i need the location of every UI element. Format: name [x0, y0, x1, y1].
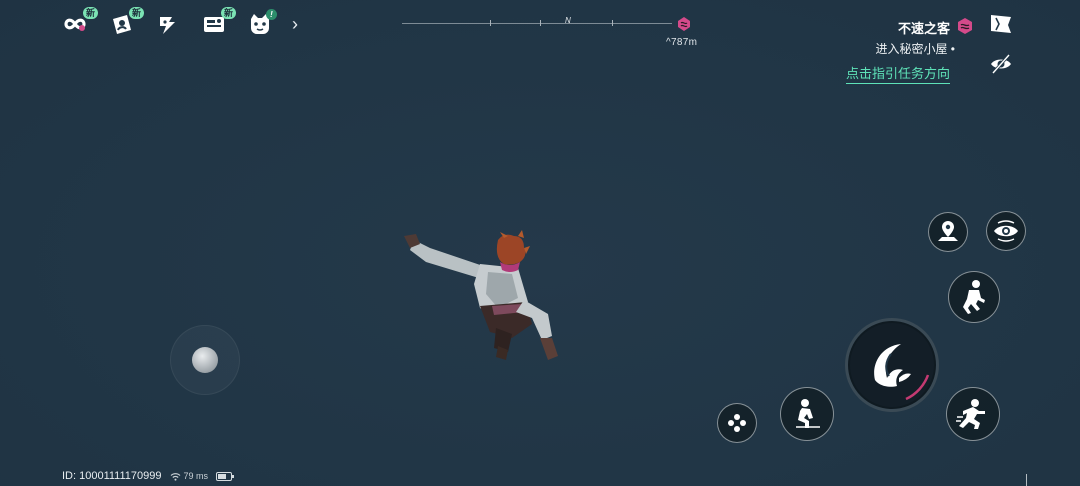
emote-wheel-button[interactable]: [717, 403, 757, 443]
wifi-icon: [170, 472, 180, 481]
battery-fill: [218, 473, 227, 479]
hide-ui-icon[interactable]: [989, 52, 1013, 76]
game-viewport: 新 新 新 › ! N ^787m 不速之客 进入秘密小屋 • 点击指引任务方向…: [0, 0, 1080, 486]
sprint-button[interactable]: [946, 387, 1000, 441]
movement-joystick[interactable]: [170, 325, 240, 395]
player-id: ID: 10001111170999: [62, 470, 162, 482]
more-menu-button[interactable]: ›: [288, 9, 302, 39]
crouch-button[interactable]: [780, 387, 834, 441]
shout-icon: [160, 17, 175, 34]
menu-button-infinity[interactable]: 新: [58, 7, 98, 39]
view-toggle-button[interactable]: [986, 211, 1026, 251]
compass-heading-label: N: [565, 16, 571, 25]
new-badge: 新: [220, 7, 236, 19]
quest-distance: ^787m: [666, 37, 698, 48]
ping-value: 79 ms: [183, 471, 209, 481]
quest-objective: 进入秘密小屋 •: [875, 42, 955, 56]
new-badge: 新: [128, 7, 144, 19]
compass-tick: [612, 20, 613, 26]
chevron-right-icon: ›: [292, 13, 298, 34]
menu-button-shout[interactable]: [150, 9, 186, 39]
quest-marker-icon: [678, 17, 690, 31]
map-pin-button[interactable]: [928, 212, 968, 252]
skill-cooldown-ring: [905, 374, 930, 401]
battery-icon: [216, 471, 235, 481]
new-badge: 新: [82, 7, 98, 19]
joystick-knob[interactable]: [192, 347, 218, 373]
crouch-icon: [796, 399, 820, 428]
quest-title[interactable]: 不速之客: [898, 18, 950, 37]
player-character: [404, 230, 558, 360]
compass-tick: [490, 20, 491, 26]
compass-bar: N: [402, 16, 702, 30]
sprint-icon: [956, 399, 985, 429]
quest-type-icon: [958, 18, 972, 34]
jump-button[interactable]: [948, 271, 1000, 323]
compass-line: [402, 23, 672, 24]
menu-button-character[interactable]: 新: [104, 7, 144, 39]
network-ping: 79 ms: [170, 471, 209, 481]
quest-guide-link[interactable]: 点击指引任务方向: [845, 63, 950, 84]
status-footer: ID: 10001111170999 79 ms: [62, 470, 235, 482]
map-pin-icon: [938, 221, 958, 241]
jump-icon: [963, 280, 985, 314]
emote-wheel-icon: [728, 414, 746, 432]
menu-button-stamp[interactable]: 新: [196, 7, 236, 39]
edge-divider: [1026, 474, 1027, 486]
alert-badge[interactable]: !: [266, 9, 277, 20]
eye-view-icon: [994, 220, 1018, 242]
flag-icon[interactable]: [988, 12, 1014, 36]
compass-tick: [540, 20, 541, 26]
